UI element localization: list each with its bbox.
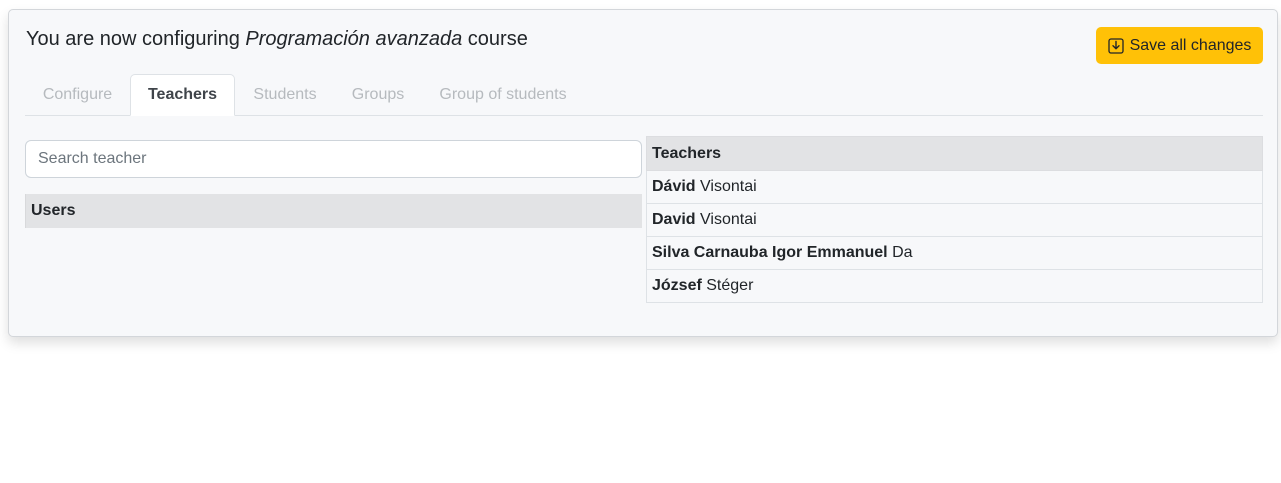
tab-students[interactable]: Students [235,74,335,116]
download-icon [1107,37,1124,54]
teachers-header: Teachers [646,136,1263,171]
teacher-last-name: Visontai [700,211,757,228]
teacher-last-name: Visontai [700,178,757,195]
table-row[interactable]: József Stéger [646,269,1263,303]
teacher-last-name: Stéger [706,277,754,294]
table-row[interactable]: Silva Carnauba Igor Emmanuel Da [646,236,1263,270]
table-row[interactable]: David Visontai [646,203,1263,237]
teacher-first-name: Dávid [652,178,696,195]
users-header: Users [25,194,642,228]
teacher-first-name: David [652,211,696,228]
tab-groups[interactable]: Groups [335,74,421,116]
teachers-table: Teachers Dávid Visontai David Visontai S… [646,136,1263,303]
title-suffix: course [467,28,528,50]
teacher-first-name: József [652,277,702,294]
course-name: Programación avanzada [245,28,463,50]
teacher-last-name: Da [892,244,913,261]
tab-group-of-students[interactable]: Group of students [421,74,585,116]
tab-configure[interactable]: Configure [25,74,130,116]
tab-bar: Configure Teachers Students Groups Group… [25,74,1263,116]
tab-teachers[interactable]: Teachers [130,74,235,116]
course-config-card: You are now configuring Programación ava… [8,9,1278,337]
save-all-changes-button[interactable]: Save all changes [1096,27,1263,64]
save-button-label: Save all changes [1129,36,1252,54]
search-teacher-input[interactable] [25,140,642,178]
table-row[interactable]: Dávid Visontai [646,170,1263,204]
page-title: You are now configuring Programación ava… [26,27,528,51]
teacher-first-name: Silva Carnauba Igor Emmanuel [652,244,888,261]
title-prefix: You are now configuring [26,28,240,50]
